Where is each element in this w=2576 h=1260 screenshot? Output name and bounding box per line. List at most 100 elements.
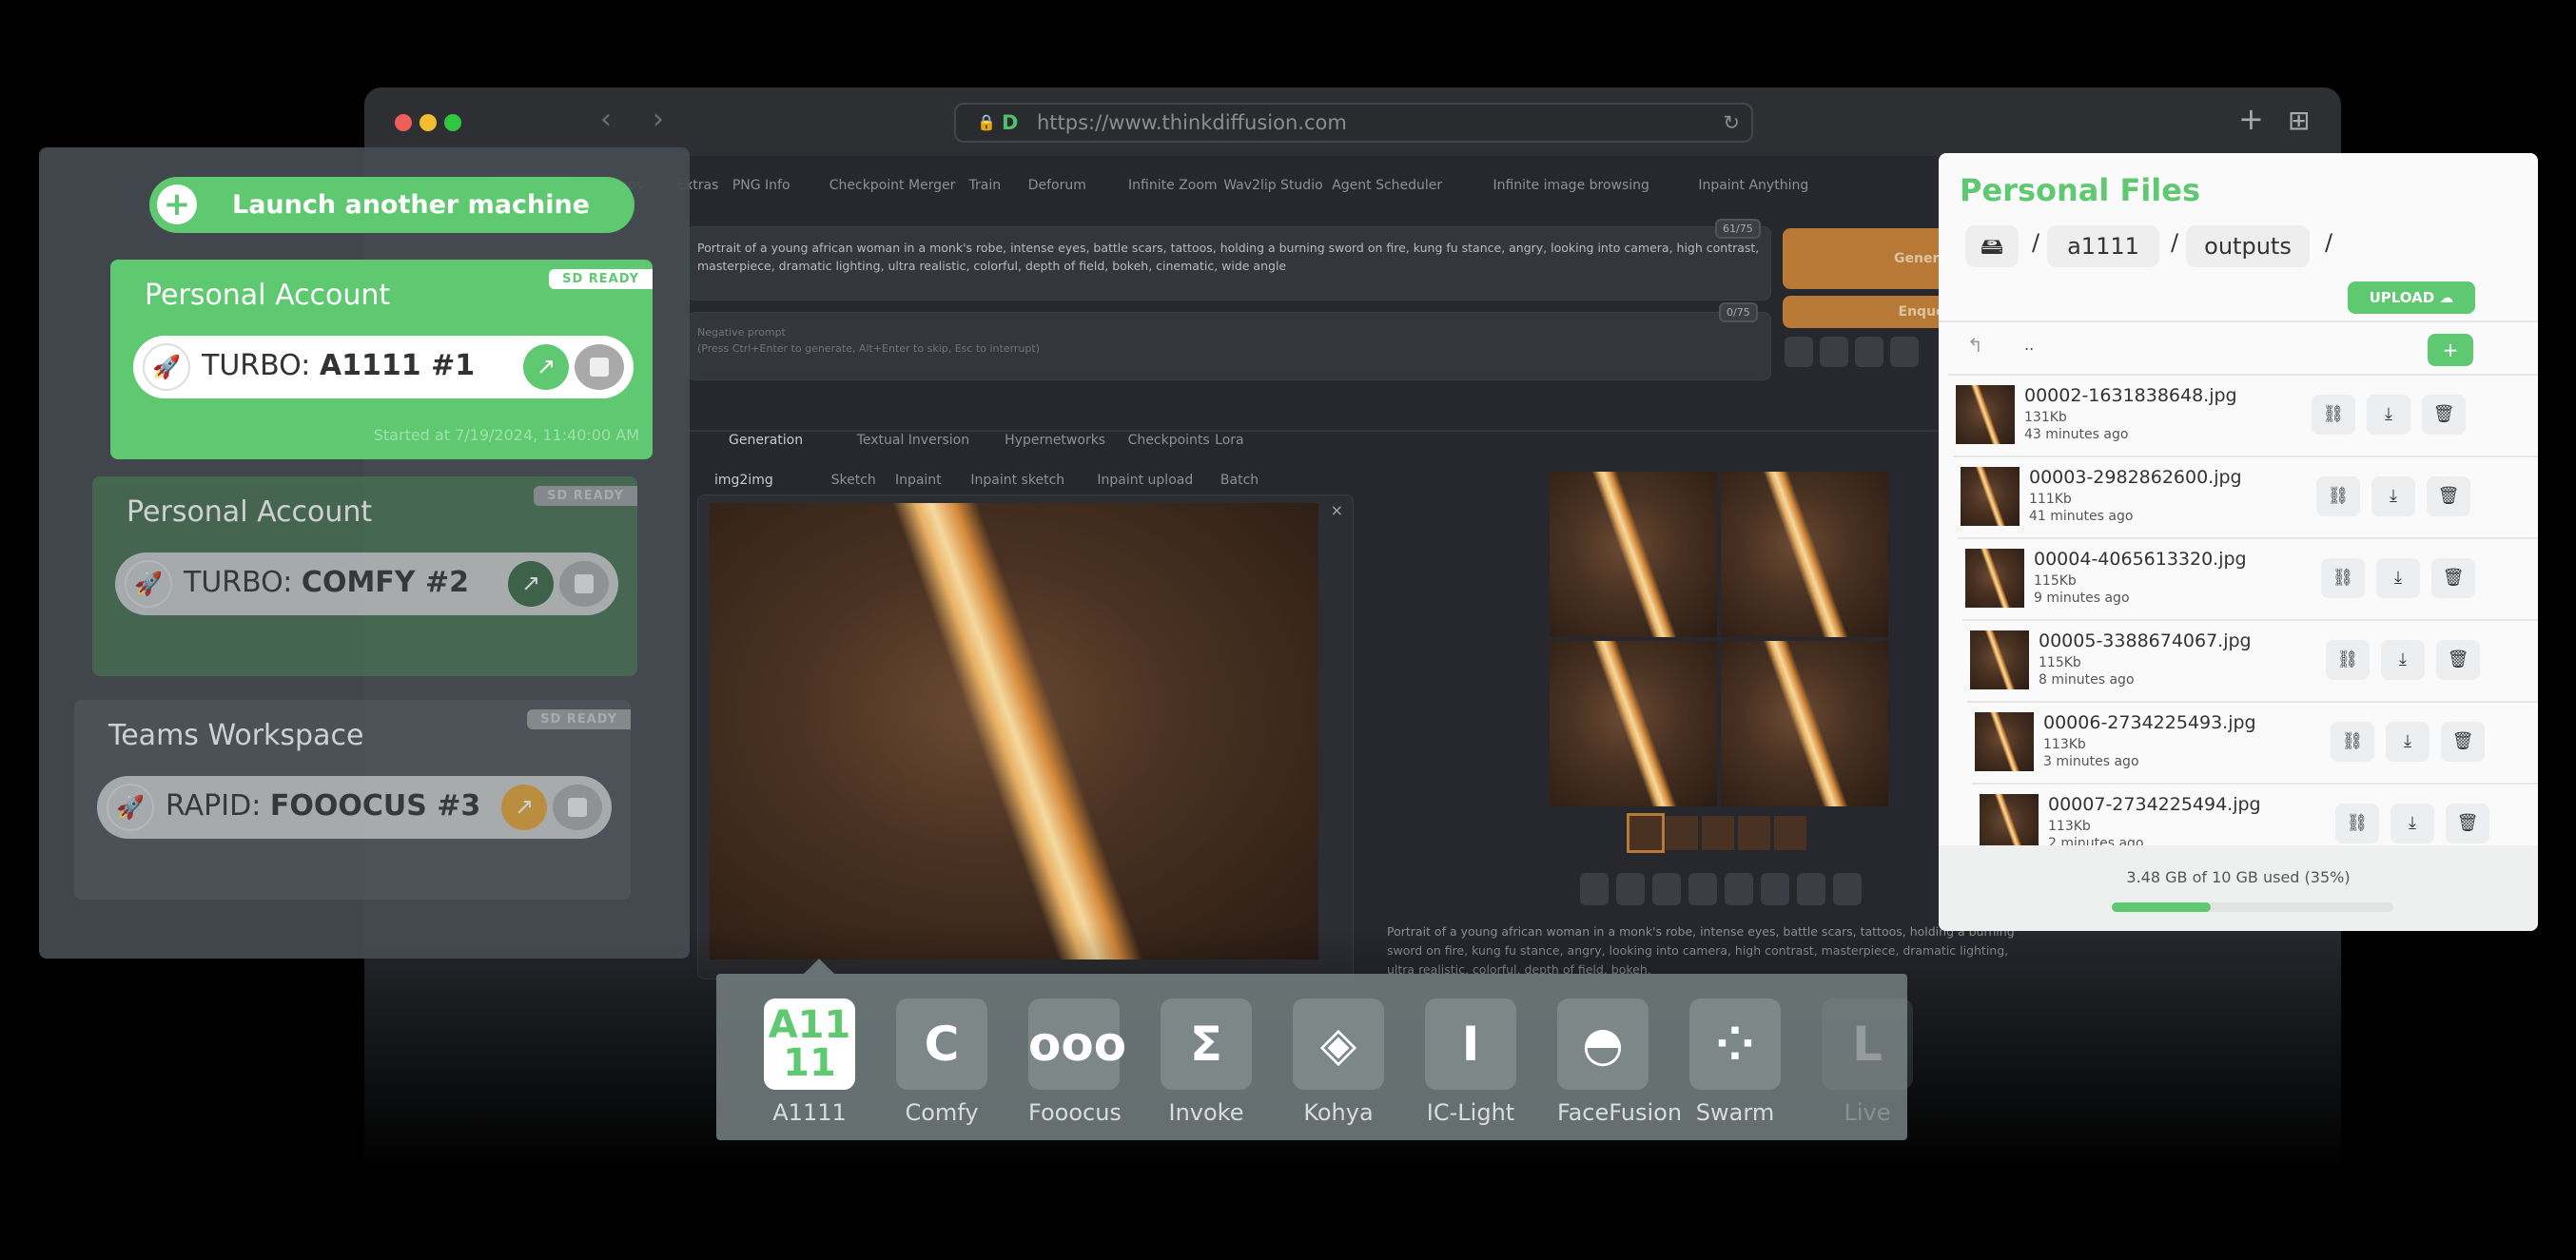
app-comfy[interactable]: C Comfy (896, 998, 987, 1126)
tab-agent-scheduler[interactable]: Agent Scheduler (1332, 178, 1442, 193)
app-facefusion[interactable]: ◓ FaceFusion (1557, 998, 1682, 1126)
link-icon[interactable]: ⛓ (2316, 476, 2360, 516)
machine-card[interactable]: Personal Account SD READY 🚀 TURBO: A1111 #1… (110, 260, 653, 459)
tab-deforum[interactable]: Deforum (1028, 178, 1086, 193)
app-fooocus[interactable]: ooo Fooocus (1028, 998, 1126, 1126)
file-row[interactable]: 00005-3388674067.jpg 115Kb 8 minutes ago ⛓ ⤓… (1962, 619, 2538, 701)
tab-png-info[interactable]: PNG Info (732, 178, 790, 193)
parent-directory[interactable]: .. (2024, 336, 2034, 354)
gen-tab-checkpoints[interactable]: Checkpoints (1128, 433, 1210, 448)
tab-overview-icon[interactable]: ⊞ (2288, 105, 2310, 136)
app-a1111[interactable]: A11 11 A1111 (764, 998, 855, 1126)
trash-icon[interactable]: 🗑 (2436, 640, 2480, 680)
upload-button[interactable]: UPLOAD ☁ (2348, 281, 2475, 314)
tab-infinite-zoom[interactable]: Infinite Zoom (1128, 178, 1218, 193)
breadcrumb-a1111[interactable]: a1111 (2047, 225, 2159, 267)
trash-icon[interactable]: 🗑 (2427, 476, 2470, 516)
download-icon[interactable]: ⤓ (2367, 395, 2410, 435)
file-row[interactable]: 00003-2982862600.jpg 111Kb 41 minutes ago ⛓… (1953, 456, 2538, 537)
file-row[interactable]: 00004-4065613320.jpg 115Kb 9 minutes ago ⛓ ⤓… (1958, 537, 2538, 619)
link-icon[interactable]: ⛓ (2335, 804, 2379, 843)
file-row[interactable]: 00007-2734225494.jpg 113Kb 2 minutes ago ⛓ ⤓… (1972, 783, 2538, 845)
open-machine-button[interactable]: ↗ (508, 561, 554, 607)
link-icon[interactable]: ⛓ (2321, 558, 2365, 598)
machine-card[interactable]: Teams Workspace SD READY 🚀 RAPID: FOOOCUS #… (74, 700, 631, 900)
link-icon[interactable]: ⛓ (2326, 640, 2370, 680)
tab-train[interactable]: Train (969, 178, 1002, 193)
download-icon[interactable]: ⤓ (2376, 558, 2420, 598)
open-machine-button[interactable]: ↗ (523, 344, 569, 390)
tab-infinite-image-browsing[interactable]: Infinite image browsing (1493, 178, 1649, 193)
subtab-inpaint-sketch[interactable]: Inpaint sketch (970, 473, 1064, 488)
output-thumbnail[interactable] (1738, 816, 1770, 850)
read-params-icon[interactable] (1785, 337, 1813, 367)
link-icon[interactable]: ⛓ (2312, 395, 2355, 435)
trash-icon[interactable] (1820, 337, 1848, 367)
maximize-window-button[interactable] (444, 114, 461, 131)
stop-machine-button[interactable] (559, 561, 609, 607)
app-live[interactable]: L Live (1822, 998, 1913, 1126)
close-icon[interactable]: × (1331, 501, 1343, 519)
ruler-icon[interactable] (1761, 873, 1789, 905)
trash-icon[interactable]: 🗑 (2431, 558, 2475, 598)
output-image[interactable] (1550, 472, 1717, 637)
trash-icon[interactable]: 🗑 (2422, 395, 2466, 435)
save-icon[interactable] (1616, 873, 1645, 905)
output-thumbnail[interactable] (1702, 816, 1734, 850)
pencil-icon[interactable] (1833, 873, 1862, 905)
palette-icon[interactable] (1725, 873, 1753, 905)
paperclip-icon[interactable] (1890, 337, 1919, 367)
app-swarm[interactable]: ⁘ Swarm (1689, 998, 1781, 1126)
app-ic-light[interactable]: I IC-Light (1425, 998, 1516, 1126)
output-thumbnail[interactable] (1666, 816, 1698, 850)
back-icon[interactable]: ‹ (600, 103, 612, 136)
reload-icon[interactable]: ↻ (1723, 105, 1740, 141)
subtab-sketch[interactable]: Sketch (831, 473, 876, 488)
download-icon[interactable]: ⤓ (2381, 640, 2425, 680)
url-bar[interactable]: 🔒 D https://www.thinkdiffusion.com ↻ (954, 103, 1753, 143)
gen-tab-generation[interactable]: Generation (729, 433, 803, 448)
forward-icon[interactable]: › (653, 103, 664, 136)
file-row[interactable]: 00002-1631838648.jpg 131Kb 43 minutes ago ⛓… (1948, 374, 2538, 456)
clipboard-icon[interactable] (1855, 337, 1883, 367)
gen-tab-hypernetworks[interactable]: Hypernetworks (1005, 433, 1105, 448)
input-image-panel[interactable]: × (697, 494, 1354, 979)
output-image[interactable] (1721, 472, 1888, 637)
trash-icon[interactable]: 🗑 (2446, 804, 2489, 843)
link-icon[interactable]: ⛓ (2331, 722, 2374, 762)
open-machine-button[interactable]: ↗ (501, 785, 547, 830)
tab-wav2lip-studio[interactable]: Wav2lip Studio (1223, 178, 1322, 193)
app-kohya[interactable]: ◈ Kohya (1293, 998, 1384, 1126)
app-invoke[interactable]: Σ Invoke (1161, 998, 1252, 1126)
prompt-input[interactable]: Portrait of a young african woman in a m… (687, 226, 1771, 300)
download-icon[interactable]: ⤓ (2391, 804, 2434, 843)
folder-icon[interactable] (1580, 873, 1609, 905)
back-arrow-icon[interactable]: ↰ (1967, 334, 1983, 357)
negative-prompt-input[interactable]: Negative prompt (Press Ctrl+Enter to gen… (687, 312, 1771, 380)
new-folder-icon[interactable]: + (2428, 334, 2473, 366)
stop-machine-button[interactable] (553, 785, 602, 830)
stop-machine-button[interactable] (575, 344, 624, 390)
subtab-inpaint-upload[interactable]: Inpaint upload (1097, 473, 1193, 488)
tab-checkpoint-merger[interactable]: Checkpoint Merger (829, 178, 956, 193)
output-image[interactable] (1550, 641, 1717, 806)
minimize-window-button[interactable] (420, 114, 437, 131)
output-image[interactable] (1721, 641, 1888, 806)
download-icon[interactable]: ⤓ (2386, 722, 2430, 762)
delete-icon[interactable] (1797, 873, 1825, 905)
breadcrumb-outputs[interactable]: outputs (2186, 225, 2310, 267)
gen-tab-lora[interactable]: Lora (1215, 433, 1243, 448)
tab-inpaint-anything[interactable]: Inpaint Anything (1698, 178, 1808, 193)
close-window-button[interactable] (395, 114, 412, 131)
subtab-img2img[interactable]: img2img (714, 473, 773, 488)
output-thumbnail[interactable] (1774, 816, 1806, 850)
output-thumbnail[interactable] (1627, 813, 1665, 853)
launch-machine-button[interactable]: + Launch another machine (149, 177, 634, 233)
file-row[interactable]: 00006-2734225493.jpg 113Kb 3 minutes ago ⛓ ⤓… (1967, 701, 2538, 783)
subtab-inpaint[interactable]: Inpaint (895, 473, 942, 488)
image-icon[interactable] (1688, 873, 1717, 905)
breadcrumb-root[interactable]: 🖴 (1965, 225, 2019, 267)
subtab-batch[interactable]: Batch (1220, 473, 1259, 488)
machine-card[interactable]: Personal Account SD READY 🚀 TURBO: COMFY #2… (92, 476, 637, 676)
download-icon[interactable]: ⤓ (2371, 476, 2415, 516)
